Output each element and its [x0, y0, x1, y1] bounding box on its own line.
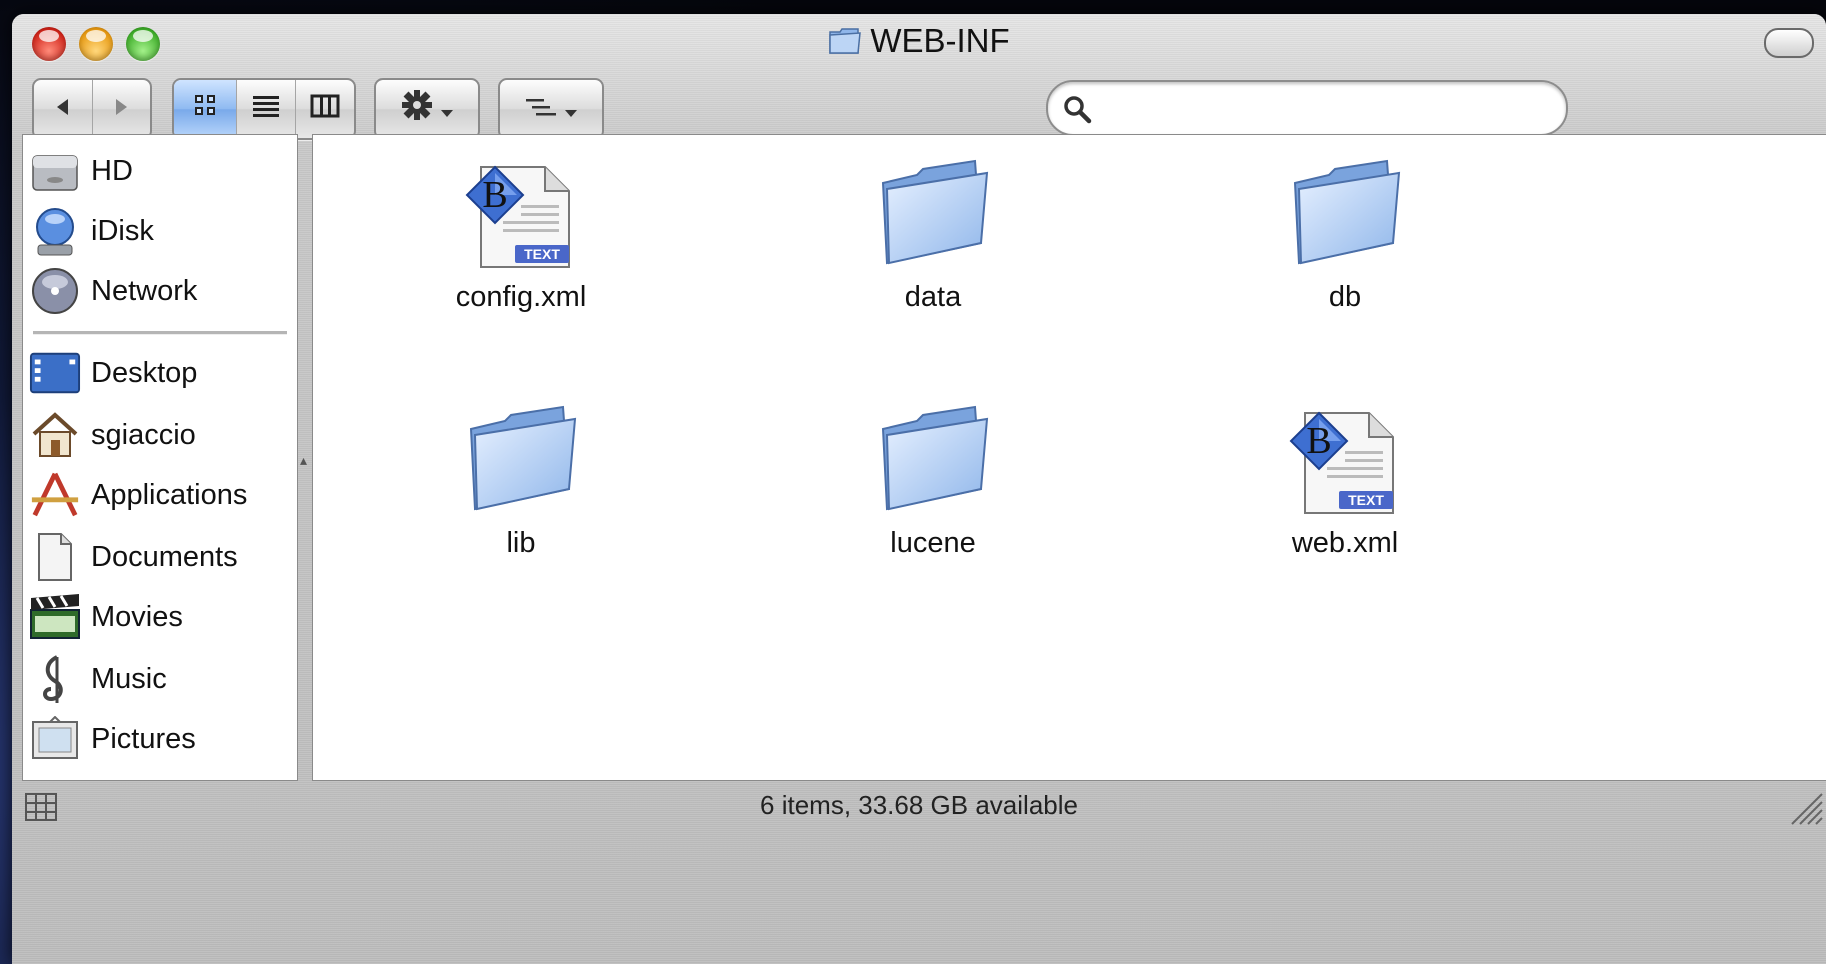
view-mode-control [172, 78, 356, 140]
icon-view-button[interactable] [174, 80, 237, 138]
file-item[interactable]: db [1235, 155, 1455, 314]
pictures-icon [29, 713, 81, 765]
sidebar-item-label: Desktop [91, 356, 198, 389]
forward-arrow-icon [110, 92, 132, 126]
sidebar-item-label: Music [91, 662, 167, 695]
search-icon [1062, 94, 1092, 129]
arrange-menu-button[interactable] [498, 78, 604, 140]
sidebar-item-label: iDisk [91, 214, 154, 247]
sidebar: HD iDisk Network Desktop sgiaccio Applic… [22, 134, 298, 781]
file-name: lib [506, 527, 536, 559]
window-title-bar: WEB-INF [12, 22, 1826, 60]
sidebar-item-desktop[interactable]: Desktop [29, 345, 197, 401]
music-icon [29, 653, 81, 705]
sidebar-item-documents[interactable]: Documents [29, 529, 238, 585]
toolbar-toggle-button[interactable] [1764, 28, 1814, 58]
column-view-button[interactable] [296, 80, 354, 138]
chevron-down-icon [564, 92, 578, 126]
window-title: WEB-INF [870, 22, 1010, 59]
back-forward-control [32, 78, 152, 140]
file-item[interactable]: B TEXT web.xml [1235, 401, 1455, 560]
forward-button[interactable] [93, 80, 151, 138]
movies-icon [29, 591, 81, 643]
svg-text:B: B [482, 174, 507, 216]
sidebar-item-label: HD [91, 154, 133, 187]
home-icon [29, 409, 81, 461]
sidebar-item-movies[interactable]: Movies [29, 589, 183, 645]
folder-icon [828, 26, 862, 56]
svg-text:B: B [1306, 420, 1331, 462]
file-item[interactable]: data [823, 155, 1043, 314]
sidebar-item-idisk[interactable]: iDisk [29, 203, 154, 259]
column-view-icon [310, 92, 340, 126]
action-button-face [376, 80, 478, 138]
folder-icon [873, 401, 993, 521]
idisk-icon [29, 205, 81, 257]
sidebar-item-network[interactable]: Network [29, 263, 197, 319]
desktop-icon [29, 347, 81, 399]
splitter-handle-icon: ▴ [300, 452, 308, 468]
icon-view-icon [192, 92, 218, 126]
bbedit-text-file-icon: B TEXT [461, 155, 581, 275]
file-type-badge: TEXT [524, 246, 560, 262]
chevron-down-icon [440, 92, 454, 126]
file-name: data [904, 281, 962, 313]
finder-window: WEB-INF HD iDisk Network Desktop sgiacci… [12, 14, 1826, 964]
list-view-button[interactable] [237, 80, 296, 138]
back-arrow-icon [52, 92, 74, 126]
sidebar-item-label: Network [91, 274, 198, 307]
bbedit-text-file-icon: B TEXT [1285, 401, 1405, 521]
search-input[interactable] [1106, 88, 1550, 128]
file-type-badge: TEXT [1348, 492, 1384, 508]
network-icon [29, 265, 81, 317]
sidebar-item-applications[interactable]: Applications [29, 467, 247, 523]
arrange-icon [524, 92, 558, 126]
sidebar-item-sgiaccio[interactable]: sgiaccio [29, 407, 196, 463]
applications-icon [29, 469, 81, 521]
search-field [1046, 80, 1568, 136]
sidebar-splitter[interactable]: ▴ [298, 134, 312, 779]
file-item[interactable]: lucene [823, 401, 1043, 560]
sidebar-divider [33, 331, 287, 335]
folder-icon [461, 401, 581, 521]
sidebar-item-label: sgiaccio [91, 418, 196, 451]
file-item[interactable]: B TEXT config.xml [411, 155, 631, 314]
file-name: config.xml [455, 281, 587, 313]
list-view-icon [252, 92, 280, 126]
folder-icon [1285, 155, 1405, 275]
sidebar-item-pictures[interactable]: Pictures [29, 711, 196, 767]
file-name: web.xml [1291, 527, 1399, 559]
file-browser-pane: B TEXT config.xml data db lib lucene B T… [312, 134, 1826, 781]
arrange-button-face [500, 80, 602, 138]
back-button[interactable] [34, 80, 93, 138]
sidebar-item-label: Applications [91, 478, 248, 511]
resize-grip-icon[interactable] [1784, 786, 1824, 831]
folder-icon [873, 155, 993, 275]
sidebar-item-label: Pictures [91, 722, 196, 755]
status-text: 6 items, 33.68 GB available [760, 790, 1078, 820]
action-menu-button[interactable] [374, 78, 480, 140]
gear-icon [400, 88, 434, 130]
documents-icon [29, 531, 81, 583]
file-item[interactable]: lib [411, 401, 631, 560]
sidebar-item-music[interactable]: Music [29, 651, 167, 707]
file-name: lucene [890, 527, 976, 559]
hard-drive-icon [29, 145, 81, 197]
file-name: db [1328, 281, 1362, 313]
sidebar-item-label: Movies [91, 600, 183, 633]
sidebar-item-label: Documents [91, 540, 238, 573]
status-bar: 6 items, 33.68 GB available [12, 780, 1826, 830]
sidebar-item-hd[interactable]: HD [29, 143, 133, 199]
